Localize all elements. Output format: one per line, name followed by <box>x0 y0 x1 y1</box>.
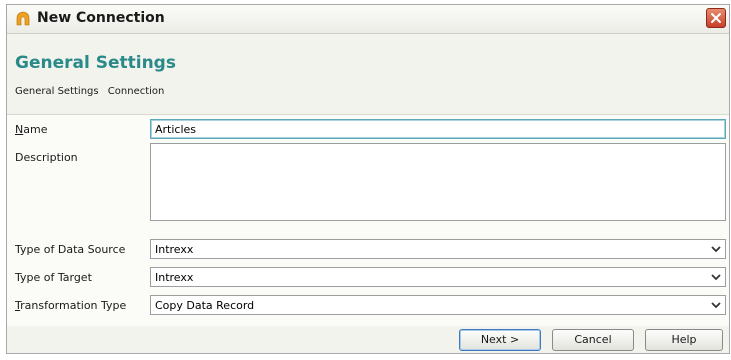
help-button[interactable]: Help <box>645 329 723 351</box>
chevron-down-icon <box>711 274 721 281</box>
data-source-select[interactable]: Intrexx <box>150 239 726 259</box>
name-label-rest: ame <box>23 123 48 136</box>
data-source-label: Type of Data Source <box>15 243 126 256</box>
close-button[interactable] <box>706 8 726 28</box>
description-field[interactable] <box>150 143 726 221</box>
next-button[interactable]: Next > <box>459 329 541 351</box>
transformation-value: Copy Data Record <box>155 299 255 312</box>
section-title: General Settings <box>15 53 176 73</box>
intrexx-app-icon <box>16 11 30 26</box>
transformation-label-rest: ransformation Type <box>20 299 127 312</box>
name-label: Name <box>15 123 47 136</box>
data-source-value: Intrexx <box>155 243 194 256</box>
chevron-down-icon <box>711 302 721 309</box>
chevron-down-icon <box>711 246 721 253</box>
target-value: Intrexx <box>155 271 194 284</box>
description-label: Description <box>15 151 78 164</box>
breadcrumb-general-settings[interactable]: General Settings <box>15 86 99 97</box>
name-field[interactable]: Articles <box>150 119 726 139</box>
target-label: Type of Target <box>15 271 92 284</box>
title-bar[interactable]: New Connection <box>7 5 729 34</box>
form-panel: Name Articles Description Type of Data S… <box>7 114 729 326</box>
cancel-button[interactable]: Cancel <box>552 329 634 351</box>
transformation-select[interactable]: Copy Data Record <box>150 295 726 315</box>
target-select[interactable]: Intrexx <box>150 267 726 287</box>
close-icon <box>711 13 721 23</box>
breadcrumb: General Settings Connection <box>15 86 170 97</box>
window-title: New Connection <box>37 10 165 26</box>
transformation-label: Transformation Type <box>15 299 126 312</box>
name-label-mnemonic: N <box>15 123 24 136</box>
button-bar: Next > Cancel Help <box>7 326 729 353</box>
dialog-window: New Connection General Settings General … <box>6 4 730 354</box>
breadcrumb-connection[interactable]: Connection <box>108 86 165 97</box>
header-panel: General Settings General Settings Connec… <box>7 34 729 113</box>
